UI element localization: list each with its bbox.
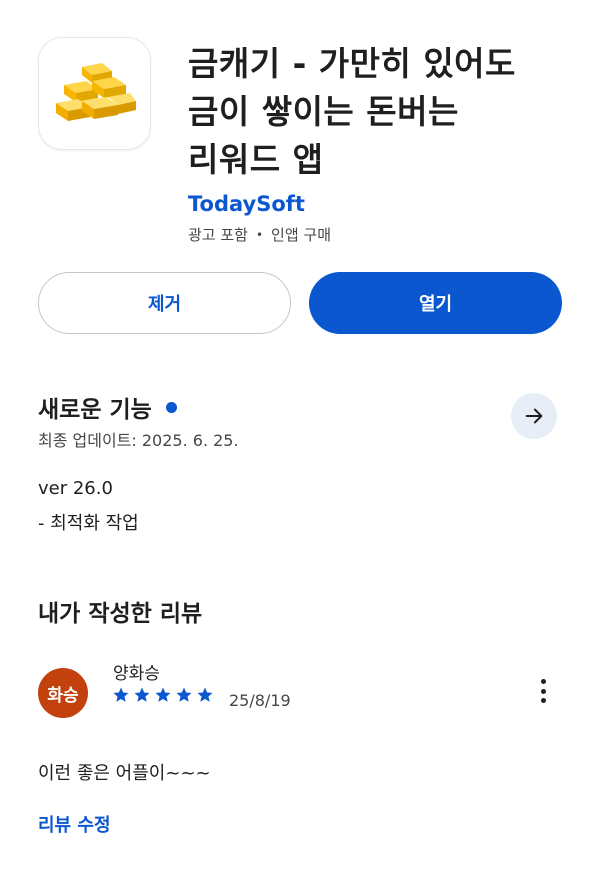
new-indicator-dot (165, 401, 177, 413)
more-dot-icon (540, 698, 546, 703)
app-meta: 광고 포함 • 인앱 구매 (188, 224, 331, 245)
star-icon (176, 687, 192, 702)
more-dot-icon (540, 688, 546, 694)
star-icon (113, 687, 129, 702)
star-icon (134, 687, 150, 702)
whats-new-arrow-button[interactable] (511, 393, 557, 439)
edit-review-link[interactable]: 리뷰 수정 (38, 811, 111, 837)
app-icon (38, 37, 151, 150)
more-dot-icon (540, 679, 546, 684)
release-notes: - 최적화 작업 (38, 513, 139, 534)
avatar-initials: 화승 (47, 685, 79, 706)
reviewer-name: 양화승 (113, 664, 160, 684)
contains-ads-label: 광고 포함 (188, 226, 248, 244)
last-update-date: 최종 업데이트: 2025. 6. 25. (38, 431, 239, 450)
meta-separator: • (255, 227, 264, 242)
arrow-right-icon (525, 408, 543, 424)
avatar: 화승 (38, 668, 88, 718)
my-review-heading: 내가 작성한 리뷰 (38, 601, 203, 627)
whats-new-heading: 새로운 기능 (38, 390, 177, 424)
star-icon (197, 687, 213, 702)
review-text: 이런 좋은 어플이~~~ (38, 763, 211, 784)
in-app-purchases-label: 인앱 구매 (271, 226, 332, 244)
open-button-label: 열기 (418, 294, 453, 315)
developer-link[interactable]: TodaySoft (188, 192, 305, 216)
review-date: 25/8/19 (229, 691, 291, 710)
app-title-line-3: 리워드 앱 (188, 140, 324, 179)
app-title: 금캐기 - 가만히 있어도 금이 쌓이는 돈버는 리워드 앱 (188, 40, 558, 184)
star-icon (155, 687, 171, 702)
uninstall-button[interactable]: 제거 (38, 272, 291, 334)
app-title-line-1: 금캐기 - 가만히 있어도 (188, 44, 516, 83)
gold-bars-icon (55, 62, 136, 121)
star-rating (112, 686, 214, 704)
whats-new-title: 새로운 기능 (38, 397, 152, 423)
app-title-line-2: 금이 쌓이는 돈버는 (188, 92, 459, 131)
open-button[interactable]: 열기 (309, 272, 562, 334)
version-text: ver 26.0 (38, 478, 113, 499)
uninstall-button-label: 제거 (147, 294, 182, 315)
more-options-button[interactable] (531, 676, 555, 706)
